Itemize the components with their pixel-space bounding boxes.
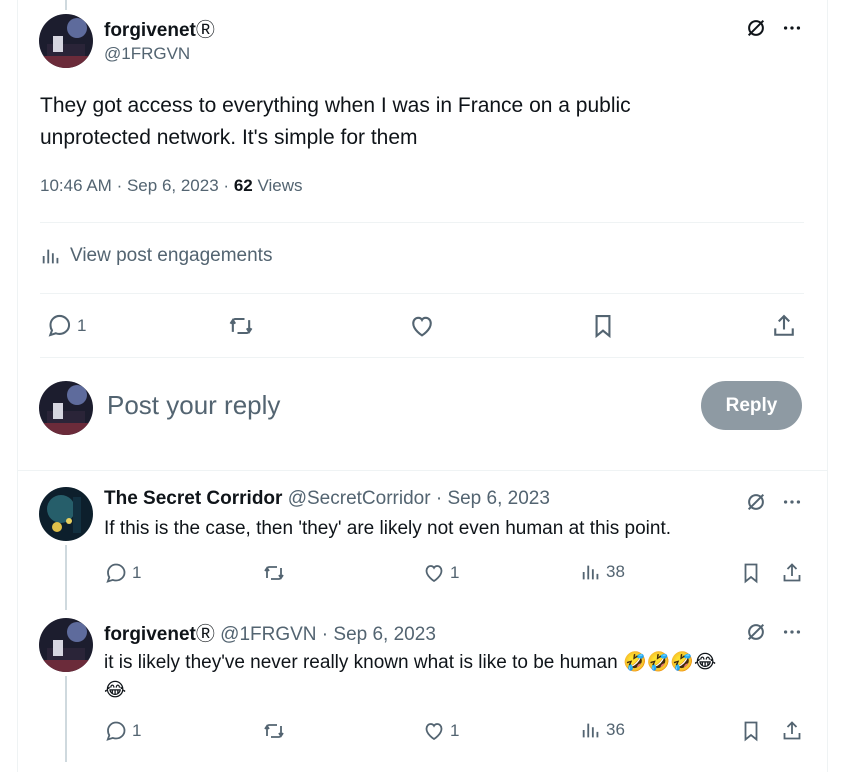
grok-icon[interactable] <box>744 490 768 514</box>
repost-icon <box>229 317 253 335</box>
reply-1-reply-count: 1 <box>132 563 142 582</box>
main-post-meta: 10:46 AM · Sep 6, 2023 · 62 Views <box>40 176 303 196</box>
grok-icon[interactable] <box>744 16 768 40</box>
reply-1-views-action[interactable]: 38 <box>580 561 625 583</box>
reply-2-avatar[interactable] <box>39 618 93 672</box>
share-icon <box>774 314 794 336</box>
thread-line-reply <box>65 676 67 762</box>
repost-icon <box>264 566 284 580</box>
bookmark-button[interactable] <box>589 312 617 340</box>
reply-2-repost-button[interactable] <box>262 719 286 743</box>
reply-icon <box>106 721 126 741</box>
more-options-icon[interactable] <box>780 16 804 40</box>
reply-2-text: it is likely they've never really known … <box>104 649 794 705</box>
reply-2-share-button[interactable] <box>780 719 804 743</box>
reply-2-date[interactable]: Sep 6, 2023 <box>333 624 435 645</box>
share-icon <box>783 721 801 740</box>
meta-separator: · <box>223 176 230 195</box>
meta-separator: · <box>435 488 443 509</box>
reply-input[interactable]: Post your reply <box>107 390 280 421</box>
bookmark-icon <box>595 315 611 339</box>
reply-2-author-name[interactable]: forgivenetⓇ <box>104 624 215 645</box>
reply-1-header: The Secret Corridor @SecretCorridor · Se… <box>104 488 550 510</box>
analytics-icon <box>582 723 599 738</box>
reply-1-text: If this is the case, then 'they' are lik… <box>104 518 672 539</box>
main-post-author[interactable]: forgivenetⓇ <box>104 15 215 42</box>
reply-2-text-line-2: 😂 <box>104 680 127 701</box>
reply-2-author-name-text[interactable]: forgivenet <box>104 624 196 645</box>
reply-1-views-count: 38 <box>606 562 625 581</box>
more-options-icon[interactable] <box>780 490 804 514</box>
reply-action[interactable]: 1 <box>46 312 86 339</box>
bookmark-icon <box>744 721 758 742</box>
reply-2-like-count: 1 <box>450 721 460 740</box>
views-count: 62 <box>233 176 253 195</box>
bookmark-icon <box>744 563 758 584</box>
reply-icon <box>106 563 126 583</box>
reply-1-share-button[interactable] <box>780 561 804 585</box>
registered-badge: Ⓡ <box>195 20 215 41</box>
reply-1-bookmark-button[interactable] <box>739 561 763 585</box>
main-post-text-line-1: They got access to everything when I was… <box>40 94 631 117</box>
views-label: Views <box>257 176 303 195</box>
view-engagements-label[interactable]: View post engagements <box>70 245 272 267</box>
reply-1-like-action[interactable]: 1 <box>422 561 459 585</box>
reply-2-like-action[interactable]: 1 <box>422 719 459 743</box>
heart-icon <box>412 316 432 337</box>
main-post-author-name[interactable]: forgivenet <box>104 20 196 41</box>
post-time[interactable]: 10:46 AM <box>40 176 112 195</box>
main-post-text: They got access to everything when I was… <box>40 90 631 154</box>
reply-2-bookmark-button[interactable] <box>739 719 763 743</box>
reply-button[interactable]: Reply <box>701 381 802 430</box>
analytics-icon <box>582 565 599 580</box>
repost-button[interactable] <box>227 312 255 340</box>
reply-count: 1 <box>77 315 87 335</box>
main-post-text-line-2: unprotected network. It's simple for the… <box>40 126 418 149</box>
like-button[interactable] <box>408 312 436 340</box>
grok-icon[interactable] <box>744 620 768 644</box>
reply-2-reply-count: 1 <box>132 721 142 740</box>
main-post-avatar[interactable] <box>39 14 93 68</box>
meta-separator: · <box>321 624 329 645</box>
view-engagements-link[interactable]: View post engagements <box>40 245 272 267</box>
reply-icon <box>48 314 71 337</box>
reply-1-author-name[interactable]: The Secret Corridor <box>104 488 282 509</box>
more-options-icon[interactable] <box>780 620 804 644</box>
reply-2-reply-action[interactable]: 1 <box>104 719 141 743</box>
reply-2-header: forgivenetⓇ @1FRGVN · Sep 6, 2023 <box>104 619 436 646</box>
reply-2-views-action[interactable]: 36 <box>580 719 625 741</box>
meta-separator: · <box>116 176 123 195</box>
analytics-icon <box>42 249 59 264</box>
reply-1-like-count: 1 <box>450 563 460 582</box>
divider <box>40 357 804 358</box>
repost-icon <box>264 724 284 738</box>
reply-1-avatar[interactable] <box>39 487 93 541</box>
reply-2-text-line-1: it is likely they've never really known … <box>104 652 717 673</box>
heart-icon <box>425 565 443 583</box>
main-post-handle[interactable]: @1FRGVN <box>104 44 190 64</box>
share-button[interactable] <box>770 312 798 340</box>
heart-icon <box>425 723 443 741</box>
reply-1-date[interactable]: Sep 6, 2023 <box>447 488 549 509</box>
divider <box>40 222 804 223</box>
thread-line-reply <box>65 545 67 610</box>
composer-avatar[interactable] <box>39 381 93 435</box>
reply-2-views-count: 36 <box>606 720 625 739</box>
reply-1-repost-button[interactable] <box>262 561 286 585</box>
registered-badge: Ⓡ <box>195 624 215 645</box>
thread-line-top <box>65 0 67 10</box>
divider <box>17 470 827 471</box>
reply-1-reply-action[interactable]: 1 <box>104 561 141 585</box>
reply-2-handle[interactable]: @1FRGVN <box>220 624 316 645</box>
divider <box>40 293 804 294</box>
post-date[interactable]: Sep 6, 2023 <box>127 176 219 195</box>
reply-1-handle[interactable]: @SecretCorridor <box>288 488 431 509</box>
share-icon <box>783 563 801 582</box>
